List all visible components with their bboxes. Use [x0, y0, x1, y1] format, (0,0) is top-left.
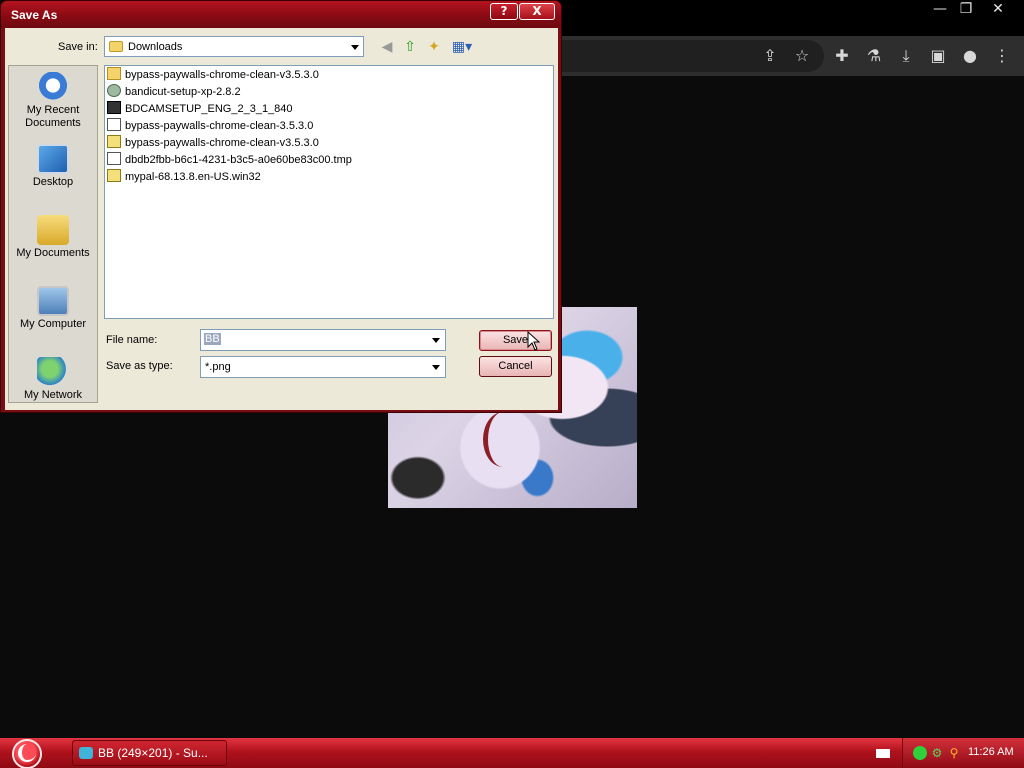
- profile-icon[interactable]: ●: [960, 46, 980, 66]
- list-item[interactable]: mypal-68.13.8.en-US.win32: [107, 169, 261, 186]
- list-item[interactable]: bandicut-setup-xp-2.8.2: [107, 84, 241, 101]
- image-detail: [483, 412, 523, 467]
- file-name-label: File name:: [106, 334, 158, 346]
- place-recent-documents[interactable]: My Recent Documents: [9, 72, 97, 130]
- save-type-value: *.png: [205, 361, 231, 373]
- close-button[interactable]: X: [519, 3, 555, 20]
- chevron-down-icon: [351, 45, 359, 50]
- folder-icon: [109, 41, 123, 52]
- app-icon: [79, 747, 93, 759]
- menu-icon[interactable]: ⋮: [992, 46, 1012, 66]
- browser-toolbar: ⇪ ☆ ✚ ⚗ ⤓ ▣ ● ⋮: [560, 36, 1024, 76]
- extensions-icon[interactable]: ✚: [832, 46, 852, 66]
- views-menu-icon[interactable]: ▦▾: [449, 38, 475, 56]
- taskbar-item-bb[interactable]: BB (249×201) - Su...: [72, 740, 227, 766]
- list-item[interactable]: bypass-paywalls-chrome-clean-v3.5.3.0: [107, 135, 319, 152]
- installer-icon: [107, 101, 121, 114]
- dialog-title: Save As: [11, 8, 58, 22]
- new-folder-icon[interactable]: ✦: [425, 38, 443, 56]
- file-icon: [107, 118, 121, 131]
- list-item[interactable]: dbdb2fbb-b6c1-4231-b3c5-a0e60be83c00.tmp: [107, 152, 352, 169]
- list-item[interactable]: BDCAMSETUP_ENG_2_3_1_840: [107, 101, 293, 118]
- keyboard-icon[interactable]: [876, 749, 890, 758]
- file-icon: [107, 152, 121, 165]
- dialog-titlebar[interactable]: Save As ? X: [1, 1, 561, 28]
- search-icon[interactable]: ⚲: [947, 746, 961, 760]
- my-network-icon: [37, 357, 69, 387]
- address-bar[interactable]: [560, 40, 824, 72]
- labs-icon[interactable]: ⚗: [864, 46, 884, 66]
- sidepanel-icon[interactable]: ▣: [928, 46, 948, 66]
- save-button[interactable]: Save: [479, 330, 552, 351]
- place-my-computer[interactable]: My Computer: [9, 286, 97, 331]
- zip-icon: [107, 135, 121, 148]
- save-type-dropdown[interactable]: *.png: [200, 356, 446, 378]
- taskbar: BB (249×201) - Su... ⚙ ⚲ 11:26 AM: [0, 738, 1024, 768]
- places-bar: My Recent Documents Desktop My Documents…: [8, 65, 98, 403]
- save-in-value: Downloads: [128, 41, 183, 53]
- up-folder-icon[interactable]: ⇧: [401, 38, 419, 56]
- clock[interactable]: 11:26 AM: [968, 746, 1014, 758]
- place-desktop[interactable]: Desktop: [9, 144, 97, 189]
- star-icon[interactable]: ☆: [792, 46, 812, 66]
- back-icon[interactable]: ◀: [378, 38, 396, 56]
- my-documents-icon: [37, 215, 69, 245]
- status-icon[interactable]: [913, 746, 927, 760]
- recent-documents-icon: [37, 72, 69, 102]
- minimize-icon[interactable]: —: [926, 0, 954, 18]
- save-as-dialog: Save As ? X Save in: Downloads ◀ ⇧ ✦ ▦▾ …: [0, 0, 562, 413]
- browser-close-icon[interactable]: ✕: [984, 0, 1012, 18]
- installer-icon: [107, 84, 121, 97]
- download-icon[interactable]: ⤓: [896, 46, 916, 66]
- place-my-network[interactable]: My Network: [9, 357, 97, 402]
- folder-icon: [107, 67, 121, 80]
- crescent-icon: [18, 744, 36, 762]
- my-computer-icon: [37, 286, 69, 316]
- file-name-field[interactable]: BB: [200, 329, 446, 351]
- list-item[interactable]: bypass-paywalls-chrome-clean-3.5.3.0: [107, 118, 313, 135]
- list-item[interactable]: bypass-paywalls-chrome-clean-v3.5.3.0: [107, 67, 319, 84]
- share-icon[interactable]: ⇪: [760, 46, 780, 66]
- restore-icon[interactable]: ❐: [952, 0, 980, 18]
- save-in-dropdown[interactable]: Downloads: [104, 36, 364, 57]
- chevron-down-icon: [432, 365, 440, 370]
- file-list[interactable]: bypass-paywalls-chrome-clean-v3.5.3.0 ba…: [104, 65, 554, 319]
- zip-icon: [107, 169, 121, 182]
- chevron-down-icon[interactable]: [432, 338, 440, 343]
- place-my-documents[interactable]: My Documents: [9, 215, 97, 260]
- help-button[interactable]: ?: [490, 3, 518, 20]
- file-name-value: BB: [204, 333, 221, 345]
- desktop-icon: [37, 144, 69, 174]
- save-in-label: Save in:: [58, 41, 98, 53]
- network-icon[interactable]: ⚙: [930, 746, 944, 760]
- start-button[interactable]: [8, 738, 48, 768]
- cancel-button[interactable]: Cancel: [479, 356, 552, 377]
- save-type-label: Save as type:: [106, 360, 173, 372]
